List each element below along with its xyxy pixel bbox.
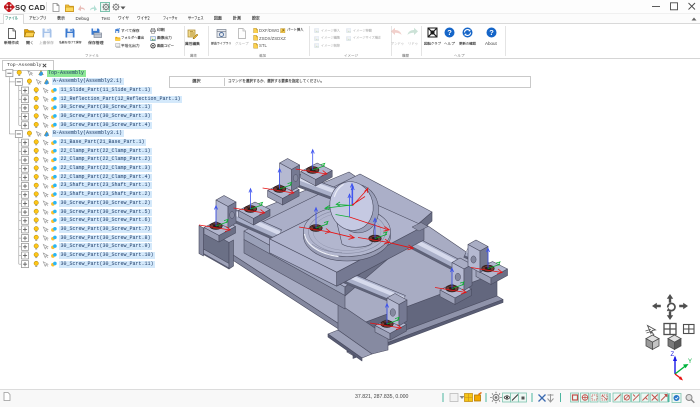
svg-text:Z: Z	[671, 352, 675, 358]
svg-text:Y: Y	[688, 359, 692, 365]
